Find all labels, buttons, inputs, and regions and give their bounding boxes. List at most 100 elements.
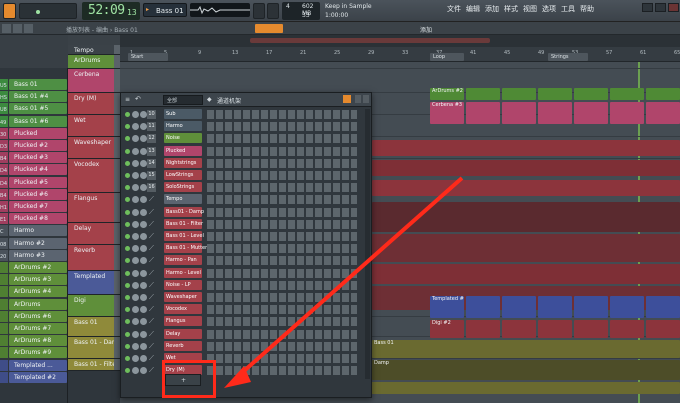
- playlist-clip[interactable]: [646, 296, 680, 318]
- pan-knob[interactable]: [132, 172, 139, 179]
- timeline-scrollbar[interactable]: [120, 35, 680, 47]
- pan-knob[interactable]: [132, 294, 139, 301]
- step-sequencer[interactable]: [207, 183, 357, 193]
- step-sequencer[interactable]: [207, 219, 357, 229]
- pan-knob[interactable]: [132, 220, 139, 228]
- pan-knob[interactable]: [132, 257, 139, 265]
- channel-name-button[interactable]: Flangus: [164, 316, 202, 327]
- menu-item[interactable]: 工具: [560, 4, 576, 16]
- automation-clip[interactable]: [372, 264, 680, 284]
- playlist-clip[interactable]: [574, 320, 608, 338]
- playlist-clip[interactable]: [646, 88, 680, 100]
- browser-item[interactable]: Templated #2: [9, 371, 67, 383]
- minimize-button[interactable]: [642, 3, 653, 12]
- step-sequencer[interactable]: [207, 366, 357, 376]
- channel-led-icon[interactable]: [125, 307, 130, 313]
- channel-name-button[interactable]: Vocodex: [164, 304, 202, 315]
- playlist-clip[interactable]: [502, 102, 536, 124]
- channel-led-icon[interactable]: [125, 185, 130, 191]
- channel-row[interactable]: 16 SoloStrings: [121, 182, 371, 193]
- rack-graph-icon[interactable]: [343, 95, 351, 103]
- playlist-clip[interactable]: [466, 296, 500, 318]
- channel-row[interactable]: ⟋ Waveshaper: [121, 292, 371, 303]
- mixer-track-number[interactable]: 10: [147, 110, 156, 119]
- channel-name-button[interactable]: SoloStrings: [164, 182, 202, 193]
- menu-item[interactable]: 视图: [522, 4, 538, 16]
- channel-row[interactable]: ⟋ Flangus: [121, 316, 371, 327]
- volume-knob[interactable]: [140, 367, 147, 375]
- playlist-clip[interactable]: [502, 88, 536, 100]
- browser-item[interactable]: Harmo #3: [9, 249, 67, 261]
- step-sequencer[interactable]: [207, 354, 357, 363]
- step-sequencer[interactable]: [207, 158, 357, 168]
- playlist-clip[interactable]: [502, 296, 536, 318]
- channel-row[interactable]: 15 LowStrings: [121, 170, 371, 181]
- playlist-clip[interactable]: [466, 320, 500, 338]
- channel-row[interactable]: ⟋ Harmo - Pan: [121, 255, 371, 266]
- timeline-marker[interactable]: Loop: [430, 53, 464, 61]
- volume-knob[interactable]: [140, 306, 147, 314]
- browser-item[interactable]: Bass 01 #4: [9, 91, 67, 103]
- menu-item[interactable]: 添加: [484, 4, 500, 16]
- playlist-clip[interactable]: [574, 296, 608, 318]
- track-header[interactable]: Delay: [68, 223, 120, 245]
- pan-knob[interactable]: [132, 135, 139, 143]
- channel-row[interactable]: ⟋ Bass 01 - Level: [121, 231, 371, 242]
- channel-row[interactable]: 14 Nightstrings: [121, 157, 371, 169]
- channel-name-button[interactable]: Tempo: [164, 194, 202, 205]
- automation-clip[interactable]: [372, 140, 680, 156]
- channel-led-icon[interactable]: [125, 282, 130, 288]
- channel-row[interactable]: ⟋ Bass 01 - Mutter: [121, 243, 371, 254]
- step-sequencer[interactable]: [207, 317, 357, 327]
- rack-menu-icon[interactable]: ≡: [125, 96, 130, 103]
- playlist-clip[interactable]: [538, 296, 572, 318]
- browser-item[interactable]: Bass 01 #6: [9, 115, 67, 127]
- track-header[interactable]: Digi: [68, 295, 120, 317]
- channel-led-icon[interactable]: [125, 258, 130, 264]
- playlist-clip[interactable]: Cerbena #3: [430, 102, 464, 124]
- track-header[interactable]: Vocodex: [68, 159, 120, 193]
- step-sequencer[interactable]: [207, 110, 357, 119]
- track-header[interactable]: Waveshaper: [68, 137, 120, 159]
- rack-undo-icon[interactable]: ↶: [135, 95, 141, 103]
- volume-knob[interactable]: [140, 147, 147, 155]
- menu-item[interactable]: 文件: [446, 4, 462, 16]
- channel-name-button[interactable]: Bass 01 - Mutter: [164, 243, 207, 254]
- timeline-scroll-thumb[interactable]: [250, 38, 490, 43]
- browser-search-icon[interactable]: [24, 24, 33, 33]
- rack-minimize-icon[interactable]: [355, 95, 361, 103]
- step-sequencer[interactable]: [207, 134, 357, 144]
- volume-knob[interactable]: [140, 172, 147, 179]
- browser-item[interactable]: ArDrums #4: [9, 286, 67, 298]
- track-header[interactable]: ArDrums: [68, 55, 120, 69]
- record-mode-button[interactable]: [267, 3, 279, 19]
- browser-item[interactable]: Plucked #5: [9, 176, 67, 188]
- playlist-clip[interactable]: Templated #6: [430, 296, 464, 318]
- playlist-clip[interactable]: [466, 102, 500, 124]
- track-header[interactable]: Templated: [68, 271, 120, 295]
- step-sequencer[interactable]: [207, 122, 357, 132]
- volume-knob[interactable]: [140, 233, 147, 240]
- channel-name-button[interactable]: LowStrings: [164, 170, 202, 180]
- browser-item[interactable]: ArDrums #3: [9, 274, 67, 286]
- channel-row[interactable]: ⟋ Reverb: [121, 340, 371, 352]
- menu-item[interactable]: 选项: [541, 4, 557, 16]
- volume-knob[interactable]: [140, 111, 147, 118]
- browser-forward-icon[interactable]: [13, 24, 22, 33]
- pan-knob[interactable]: [132, 184, 139, 192]
- channel-led-icon[interactable]: [125, 221, 130, 227]
- channel-led-icon[interactable]: [125, 148, 130, 154]
- browser-item[interactable]: Plucked #2: [9, 140, 67, 151]
- channel-rack-scrollbar[interactable]: [365, 109, 370, 379]
- step-sequencer[interactable]: [207, 268, 357, 278]
- pan-knob[interactable]: [132, 318, 139, 326]
- channel-led-icon[interactable]: [125, 295, 130, 300]
- browser-item[interactable]: Plucked #4: [9, 164, 67, 176]
- volume-knob[interactable]: [140, 159, 147, 167]
- playlist-clip[interactable]: Bass 01: [372, 340, 680, 358]
- step-sequencer[interactable]: [207, 341, 357, 351]
- channel-row[interactable]: ⟋ Noise - LP: [121, 279, 371, 291]
- channel-led-icon[interactable]: [125, 234, 130, 239]
- channel-row[interactable]: 13 Plucked: [121, 145, 371, 157]
- volume-knob[interactable]: [140, 245, 147, 253]
